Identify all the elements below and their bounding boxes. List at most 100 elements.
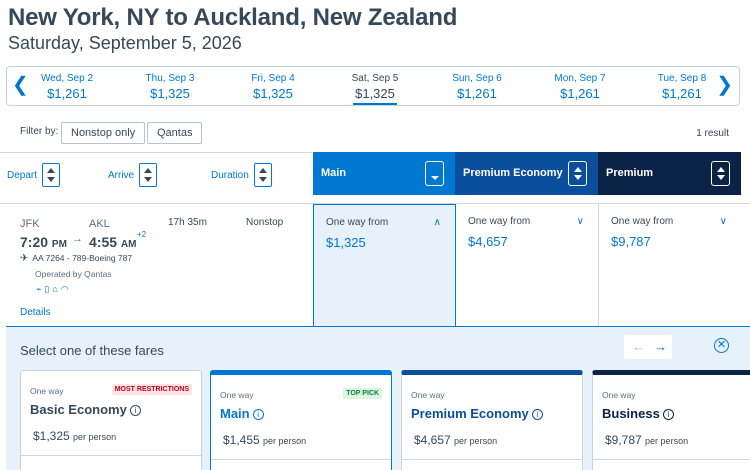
sort-up-icon	[47, 168, 55, 173]
date-label: Thu, Sep 3	[145, 73, 195, 84]
date-label: Sat, Sep 5	[351, 73, 399, 84]
fare-main-cell[interactable]: One way from $1,325 ∧	[313, 204, 456, 326]
sort-down-icon	[47, 177, 55, 182]
date-label: Mon, Sep 7	[554, 73, 606, 84]
cabin-header-premium-economy[interactable]: Premium Economy	[455, 152, 598, 195]
flight-stops: Nonstop	[246, 217, 284, 228]
card-price-unit: per person	[73, 432, 117, 442]
destination-code: AKL	[89, 218, 110, 230]
depart-time: 7:20 PM	[20, 234, 67, 250]
chevron-down-icon: ∨	[719, 216, 727, 227]
fare-label: One way from	[468, 216, 531, 227]
arrive-time: 4:55 AM	[89, 234, 136, 250]
fare-label: One way from	[326, 217, 389, 228]
fare-premium-cell[interactable]: One way from $9,787 ∨	[599, 204, 741, 326]
fare-card-business[interactable]: One way Business i $9,787 per person	[592, 370, 750, 470]
card-price-value: $1,455	[223, 433, 260, 447]
chevron-right-icon[interactable]: ❯	[716, 75, 733, 95]
date-option[interactable]: Thu, Sep 3 $1,325	[120, 73, 220, 101]
sort-duration-button[interactable]	[254, 163, 272, 187]
fare-price: $1,325	[326, 235, 366, 250]
fare-premium-economy-cell[interactable]: One way from $4,657 ∨	[456, 204, 598, 326]
date-option[interactable]: Wed, Sep 2 $1,261	[17, 73, 117, 101]
filter-qantas-button[interactable]: Qantas	[147, 122, 203, 144]
result-count: 1 result	[696, 128, 729, 139]
card-fare-name: Premium Economy i	[411, 406, 543, 421]
arrow-right-icon[interactable]: →	[654, 339, 667, 354]
chevron-down-icon: ∨	[576, 216, 584, 227]
details-link[interactable]: Details	[20, 307, 51, 318]
flight-info-text: AA 7264 - 789-Boeing 787	[32, 253, 133, 263]
sort-depart-button[interactable]	[42, 163, 60, 187]
sort-up-icon	[259, 168, 267, 173]
amenities: ⌁▯⌂◠	[36, 284, 72, 295]
sort-depart-label: Depart	[7, 170, 38, 181]
card-price: $1,325 per person	[33, 429, 116, 443]
cabin-header-main[interactable]: Main	[313, 152, 455, 195]
sort-duration-label: Duration	[211, 170, 249, 181]
fare-selection-panel: Select one of these fares ← → ✕ One way …	[6, 326, 750, 470]
card-fare-name-text: Premium Economy	[411, 406, 529, 421]
card-price-unit: per person	[645, 436, 689, 446]
cabin-label: Premium	[606, 167, 654, 179]
info-icon[interactable]: i	[662, 409, 674, 420]
info-icon[interactable]: i	[252, 409, 264, 420]
fare-card-basic-economy[interactable]: One way MOST RESTRICTIONS Basic Economy i…	[20, 370, 202, 470]
date-option[interactable]: Mon, Sep 7 $1,261	[530, 73, 630, 101]
page-subtitle-date: Saturday, September 5, 2026	[8, 33, 242, 53]
sort-down-icon	[574, 175, 582, 180]
filter-nonstop-button[interactable]: Nonstop only	[61, 122, 146, 144]
card-price: $1,455 per person	[223, 433, 306, 447]
badge-most-restrictions: MOST RESTRICTIONS	[111, 384, 192, 395]
date-option[interactable]: Fri, Sep 4 $1,325	[223, 73, 323, 101]
card-price-value: $4,657	[414, 433, 451, 447]
divider	[593, 459, 750, 460]
sort-arrive-label: Arrive	[108, 170, 135, 181]
sort-up-icon	[717, 167, 725, 172]
cabin-sort-button[interactable]	[568, 161, 587, 186]
cabin-label: Premium Economy	[463, 167, 563, 179]
card-fare-name-text: Main	[220, 406, 250, 421]
date-price: $1,261	[560, 86, 600, 101]
card-fare-name: Main i	[220, 406, 264, 421]
card-price: $9,787 per person	[605, 433, 688, 447]
entertainment-icon: ⌂	[52, 284, 61, 294]
badge-top-pick: TOP PICK	[343, 388, 382, 399]
divider	[0, 152, 312, 153]
date-price: $1,325	[150, 86, 190, 101]
cabin-header-premium[interactable]: Premium	[598, 152, 741, 195]
arrive-time-value: 4:55	[89, 234, 118, 250]
depart-time-value: 7:20	[20, 234, 49, 250]
sort-down-icon	[144, 177, 152, 182]
depart-ampm: PM	[51, 239, 67, 250]
flight-info: ✈ AA 7264 - 789-Boeing 787	[20, 253, 132, 264]
card-trip-type: One way	[220, 390, 254, 400]
card-fare-name: Business i	[602, 406, 674, 421]
date-carousel: ❮ Wed, Sep 2 $1,261 Thu, Sep 3 $1,325 Fr…	[6, 66, 740, 106]
arrive-ampm: AM	[120, 239, 137, 250]
cabin-sort-button[interactable]	[711, 161, 730, 186]
date-option[interactable]: Sun, Sep 6 $1,261	[427, 73, 527, 101]
card-fare-name-text: Business	[602, 406, 660, 421]
date-option-selected[interactable]: Sat, Sep 5 $1,325	[325, 73, 425, 105]
fare-card-premium-economy[interactable]: One way Premium Economy i $4,657 per pers…	[401, 370, 583, 470]
fare-card-main[interactable]: One way TOP PICK Main i $1,455 per person	[210, 370, 392, 470]
divider	[211, 459, 391, 460]
filter-label: Filter by:	[20, 126, 59, 137]
card-fare-name-text: Basic Economy	[30, 402, 127, 417]
cabin-dropdown-button[interactable]	[425, 161, 444, 186]
origin-code: JFK	[20, 218, 40, 230]
arrow-left-icon[interactable]: ←	[632, 339, 645, 354]
card-price-value: $9,787	[605, 433, 642, 447]
sort-up-icon	[574, 167, 582, 172]
info-icon[interactable]: i	[129, 405, 141, 416]
info-icon[interactable]: i	[531, 409, 543, 420]
sort-arrive-button[interactable]	[139, 163, 157, 187]
wifi-icon: ◠	[60, 284, 72, 294]
card-trip-type: One way	[30, 386, 64, 396]
date-price: $1,261	[47, 86, 87, 101]
page-title: New York, NY to Auckland, New Zealand	[8, 4, 458, 31]
date-price: $1,325	[253, 86, 293, 101]
divider	[21, 455, 201, 456]
close-icon[interactable]: ✕	[714, 338, 729, 353]
